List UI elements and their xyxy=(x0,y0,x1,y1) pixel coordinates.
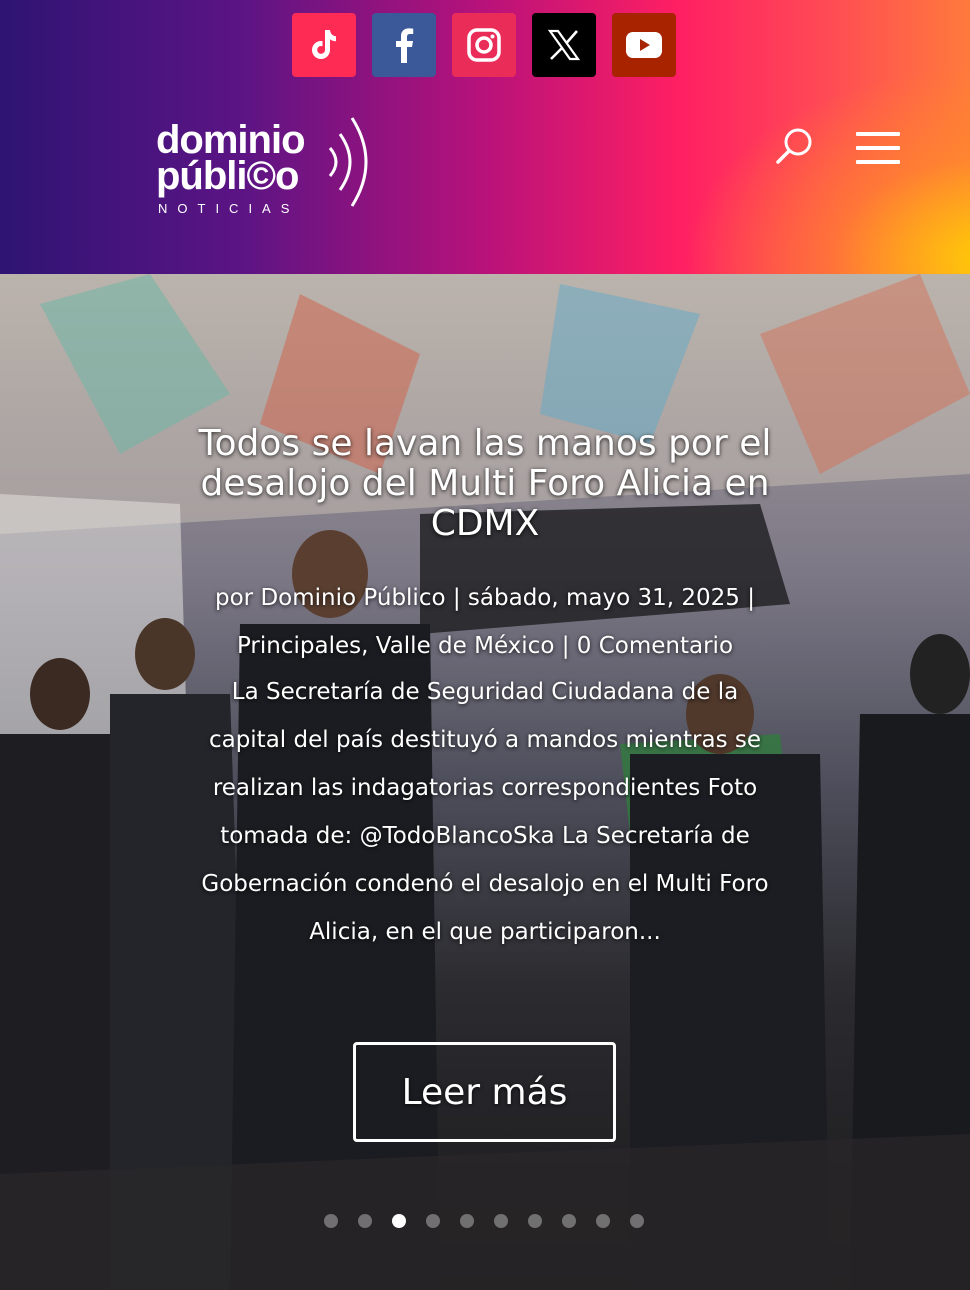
instagram-icon xyxy=(467,28,501,62)
slide-content: Todos se lavan las manos por el desalojo… xyxy=(195,424,775,956)
post-excerpt: La Secretaría de Seguridad Ciudadana de … xyxy=(201,679,769,945)
slider-dot[interactable] xyxy=(528,1214,542,1228)
logo-line-2: públi©o xyxy=(156,154,299,198)
tiktok-button[interactable] xyxy=(292,13,356,77)
site-logo[interactable]: dominio públi©o NOTICIAS xyxy=(156,112,386,222)
meta-by: por xyxy=(215,585,254,611)
slider-dot[interactable] xyxy=(630,1214,644,1228)
logo-tagline: NOTICIAS xyxy=(158,201,300,216)
slider-dot[interactable] xyxy=(596,1214,610,1228)
meta-separator: | xyxy=(747,585,755,611)
tiktok-icon xyxy=(312,30,336,59)
category-link-valle-de-mexico[interactable]: Valle de México xyxy=(376,633,555,659)
slide-title[interactable]: Todos se lavan las manos por el desalojo… xyxy=(195,424,775,544)
slider-dot[interactable] xyxy=(392,1214,406,1228)
slider-pagination xyxy=(324,1214,644,1228)
broadcast-waves-icon xyxy=(328,117,368,207)
instagram-button[interactable] xyxy=(452,13,516,77)
menu-bar xyxy=(856,146,900,150)
meta-separator: | xyxy=(561,633,570,659)
post-meta: por Dominio Público | sábado, mayo 31, 2… xyxy=(195,574,775,670)
meta-separator: | xyxy=(452,585,461,611)
slider-dot[interactable] xyxy=(460,1214,474,1228)
meta-comma: , xyxy=(361,633,369,659)
search-icon xyxy=(776,128,812,164)
comments-link[interactable]: 0 Comentario xyxy=(577,633,733,659)
facebook-button[interactable] xyxy=(372,13,436,77)
menu-bar xyxy=(856,160,900,164)
slider-dot[interactable] xyxy=(562,1214,576,1228)
social-links xyxy=(292,13,676,77)
youtube-button[interactable] xyxy=(612,13,676,77)
slider-dot[interactable] xyxy=(324,1214,338,1228)
author-link[interactable]: Dominio Público xyxy=(260,585,445,611)
site-header: dominio públi©o NOTICIAS xyxy=(0,0,970,274)
slider-dot[interactable] xyxy=(358,1214,372,1228)
slider-dot[interactable] xyxy=(494,1214,508,1228)
x-button[interactable] xyxy=(532,13,596,77)
post-date: sábado, mayo 31, 2025 xyxy=(467,585,740,611)
hamburger-menu-icon[interactable] xyxy=(856,132,900,166)
facebook-icon xyxy=(396,28,414,63)
hero-slider: Todos se lavan las manos por el desalojo… xyxy=(0,274,970,1290)
read-more-button[interactable]: Leer más xyxy=(353,1042,616,1142)
x-icon xyxy=(547,29,581,61)
menu-bar xyxy=(856,132,900,136)
slider-dot[interactable] xyxy=(426,1214,440,1228)
search-button[interactable] xyxy=(775,126,815,166)
category-link-principales[interactable]: Principales xyxy=(237,633,361,659)
youtube-icon xyxy=(626,32,662,58)
